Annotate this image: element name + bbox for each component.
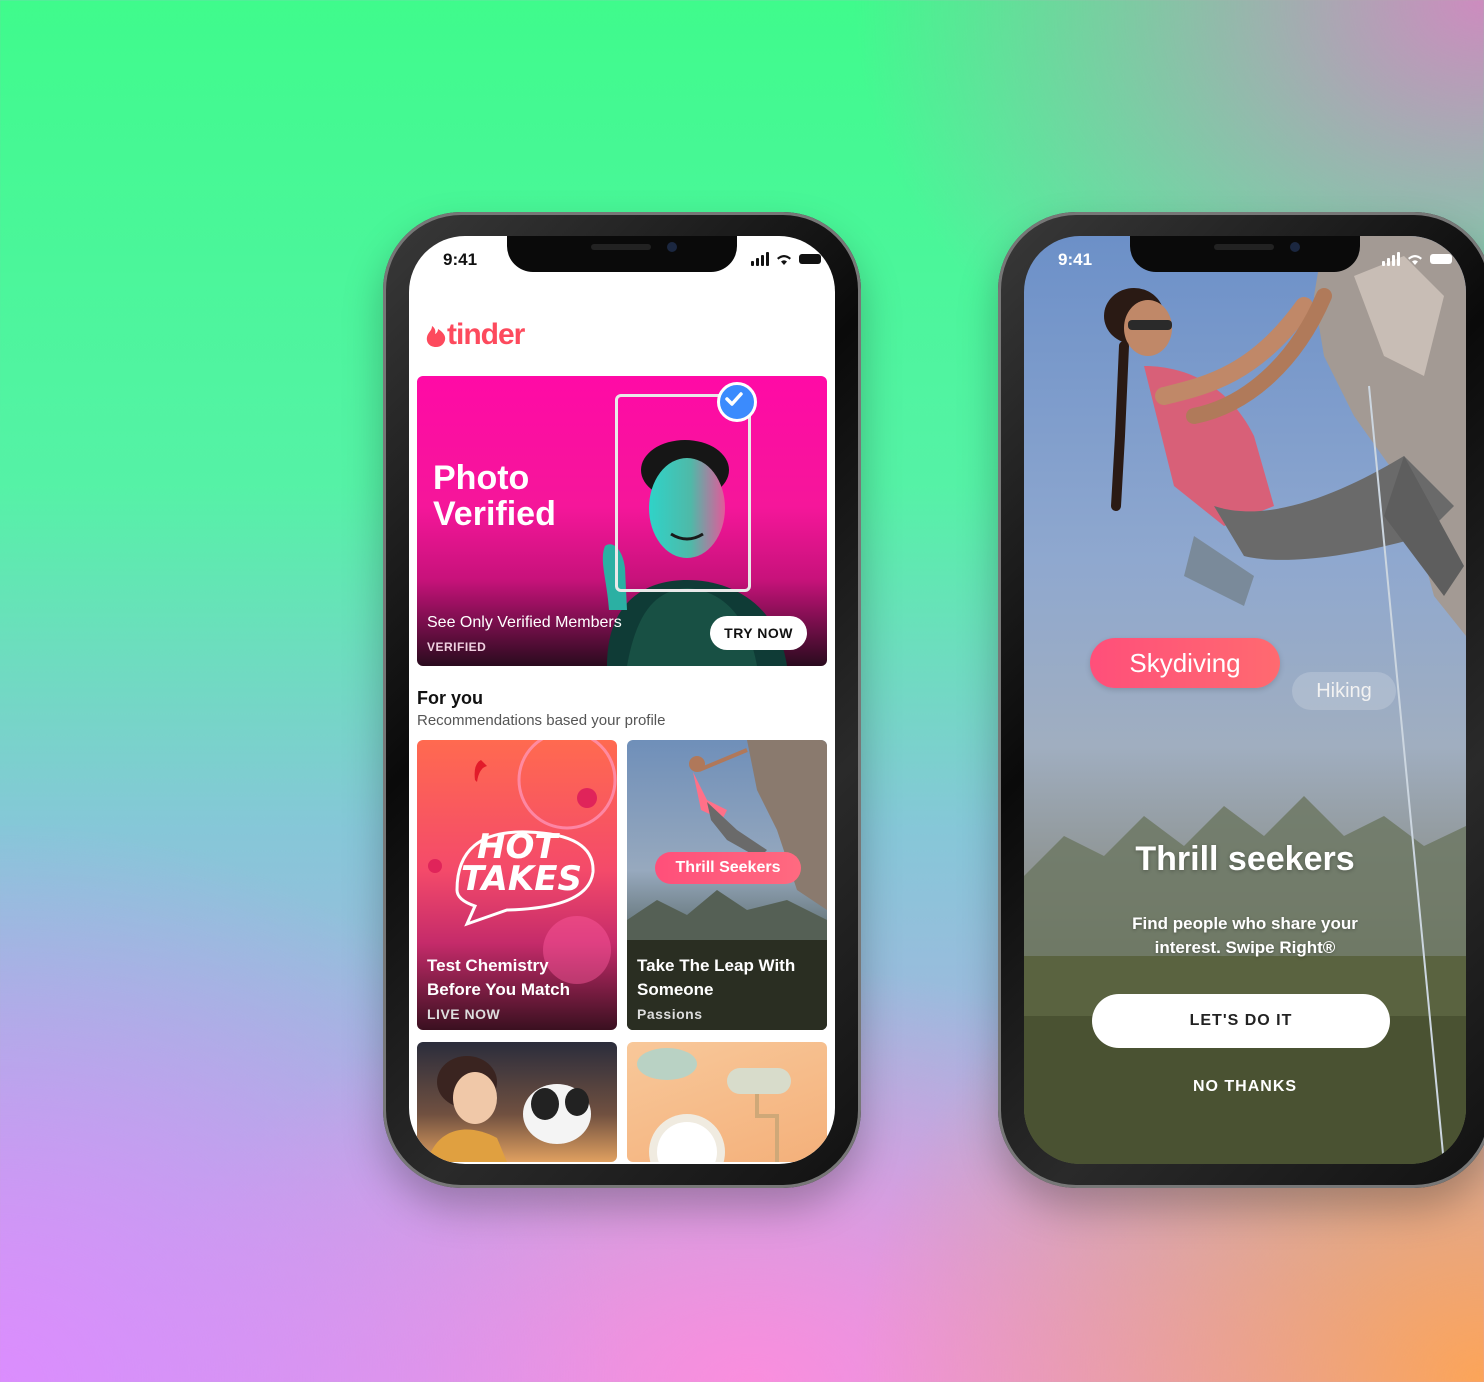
card-title: Take The Leap With Someone	[637, 956, 796, 999]
tinder-logo: tinder	[425, 318, 525, 352]
interest-pill-skydiving[interactable]: Skydiving	[1090, 638, 1280, 688]
hero-subtitle: See Only Verified Members	[427, 614, 622, 631]
beauty-card[interactable]	[627, 1042, 827, 1162]
status-bar: 9:41	[1024, 250, 1466, 274]
no-thanks-button[interactable]: NO THANKS	[1024, 1078, 1466, 1096]
status-time: 9:41	[443, 250, 478, 269]
for-you-heading: For you	[417, 688, 483, 708]
card-tag: Passions	[637, 1006, 703, 1022]
phone-left: 9:41 tinder Photo Verified See Only Veri…	[383, 212, 861, 1188]
wifi-icon	[1408, 255, 1422, 265]
woman-with-dog-artwork	[427, 1056, 591, 1162]
signal-icon	[1382, 252, 1400, 266]
face-roller-artwork	[637, 1048, 791, 1162]
logo-wordmark: tinder	[447, 318, 525, 351]
thrill-seekers-card[interactable]: Thrill Seekers Take The Leap With Someon…	[627, 740, 827, 1030]
screen-subtitle: Find people who share your interest. Swi…	[1132, 914, 1358, 957]
wifi-icon	[777, 255, 791, 265]
card-tag: LIVE NOW	[427, 1006, 501, 1022]
status-bar: 9:41	[409, 250, 835, 274]
portrait-frame	[615, 394, 751, 592]
promo-canvas: 9:41 tinder Photo Verified See Only Veri…	[8, 6, 1484, 1378]
flame-icon	[426, 326, 446, 347]
phone-right-screen: 9:41 Skydiving Hiking Thrill seekers Fin…	[1024, 236, 1466, 1164]
hero-title: Photo Verified	[433, 459, 556, 533]
try-now-button[interactable]: TRY NOW	[710, 616, 807, 650]
hot-takes-art-line2: TAKES	[461, 859, 582, 899]
phone-right: 9:41 Skydiving Hiking Thrill seekers Fin…	[998, 212, 1484, 1188]
signal-icon	[751, 252, 769, 266]
phone-left-screen: 9:41 tinder Photo Verified See Only Veri…	[409, 236, 835, 1164]
hero-tag: VERIFIED	[427, 640, 487, 654]
hot-takes-card[interactable]: HOT TAKES Test Chemistry Before You Matc…	[417, 740, 617, 1030]
battery-icon	[1430, 254, 1452, 264]
lets-do-it-button[interactable]: LET'S DO IT	[1092, 994, 1390, 1048]
screen-title: Thrill seekers	[1135, 840, 1355, 878]
thrill-seekers-pill: Thrill Seekers	[655, 852, 801, 884]
interest-pill-hiking[interactable]: Hiking	[1292, 672, 1396, 710]
photo-verified-banner[interactable]: Photo Verified See Only Verified Members…	[417, 376, 827, 666]
pet-lover-card[interactable]	[417, 1042, 617, 1162]
status-time: 9:41	[1058, 250, 1093, 269]
verified-check-icon	[717, 382, 757, 422]
battery-icon	[799, 254, 821, 264]
for-you-subheading: Recommendations based your profile	[417, 712, 666, 729]
card-title: Test Chemistry Before You Match	[427, 956, 570, 999]
